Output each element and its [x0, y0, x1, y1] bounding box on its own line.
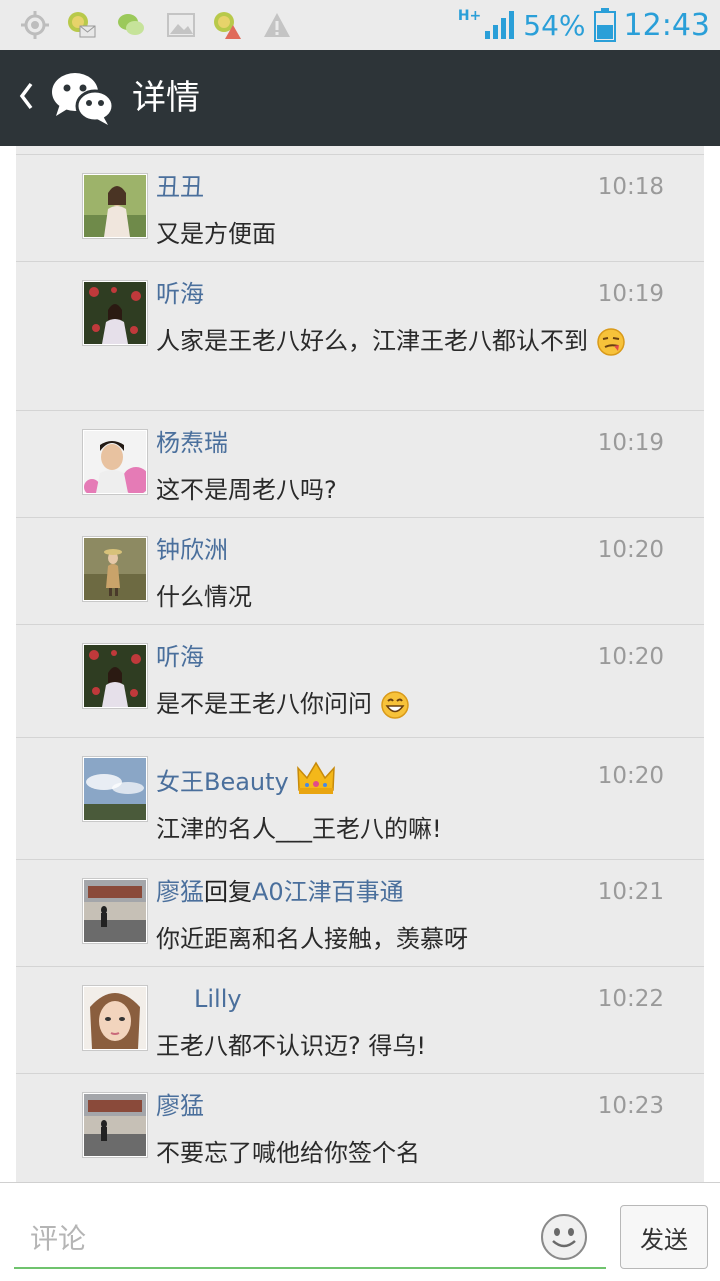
avatar[interactable] [82, 1092, 148, 1158]
avatar[interactable] [82, 878, 148, 944]
avatar[interactable] [82, 429, 148, 495]
avatar[interactable] [82, 756, 148, 822]
comment-time: 10:21 [597, 879, 664, 905]
comment-time: 10:22 [597, 986, 664, 1012]
comment-item[interactable]: 丑丑 10:18 又是方便面 [16, 154, 704, 261]
comment-item[interactable]: 女王Beauty 10:20 江津的名人___王老八的嘛! [16, 737, 704, 859]
signal-strength-icon [485, 11, 515, 39]
avatar[interactable] [82, 280, 148, 346]
comment-author[interactable]: Lilly [194, 983, 242, 1015]
comment-time: 10:20 [597, 644, 664, 670]
comment-text: 江津的名人___王老八的嘛! [156, 815, 442, 843]
comment-author[interactable]: 女王Beauty [156, 760, 336, 798]
crown-emoji-icon [297, 761, 336, 794]
avatar[interactable] [82, 536, 148, 602]
avatar[interactable] [82, 985, 148, 1051]
battery-icon [593, 8, 616, 42]
comment-time: 10:23 [597, 1093, 664, 1119]
comment-input[interactable]: 评论 [14, 1203, 606, 1269]
comment-author[interactable]: 丑丑 [156, 171, 204, 203]
comment-time: 10:19 [597, 281, 664, 307]
comment-text: 王老八都不认识迈? 得乌! [156, 1032, 426, 1060]
battery-percent: 54% [523, 8, 586, 42]
warning-icon [264, 13, 290, 37]
comment-item[interactable]: 听海 10:20 是不是王老八你问问 [16, 624, 704, 737]
comment-author[interactable]: 廖猛回复A0江津百事通 [156, 876, 404, 908]
smiley-face-icon[interactable] [540, 1213, 588, 1261]
comment-author[interactable]: 钟欣洲 [156, 534, 228, 566]
clock: 12:43 [623, 7, 710, 43]
wechat-logo-icon[interactable] [50, 70, 114, 126]
comment-time: 10:20 [597, 763, 664, 789]
title-bar: 详情 [0, 50, 720, 146]
reply-target: A0江津百事通 [252, 878, 404, 906]
send-button[interactable]: 发送 [620, 1205, 708, 1269]
comment-author[interactable]: 杨焘瑞 [156, 427, 228, 459]
avatar[interactable] [82, 173, 148, 239]
status-bar: H+ 54% 12:43 [0, 0, 720, 50]
comment-feed[interactable]: 丑丑 10:18 又是方便面 听海 10:19 人家是王老八好么，江津王老八都认… [0, 146, 720, 1182]
comment-author[interactable]: 听海 [156, 278, 204, 310]
comment-item[interactable]: 廖猛回复A0江津百事通 10:21 你近距离和名人接触，羡慕呀 [16, 859, 704, 966]
comment-item[interactable]: 杨焘瑞 10:19 这不是周老八吗? [16, 410, 704, 517]
comment-text: 你近距离和名人接触，羡慕呀 [156, 925, 468, 953]
comment-author[interactable]: 廖猛 [156, 1090, 204, 1122]
comment-item[interactable]: 钟欣洲 10:20 什么情况 [16, 517, 704, 624]
comment-text: 这不是周老八吗? [156, 476, 337, 504]
wechat-notification-icon [118, 14, 144, 35]
app-mail-notification-icon [68, 12, 96, 38]
comment-time: 10:19 [597, 430, 664, 456]
comment-author[interactable]: 听海 [156, 641, 204, 673]
comment-text: 不要忘了喊他给你签个名 [156, 1139, 420, 1167]
comment-text: 人家是王老八好么，江津王老八都认不到 [156, 320, 636, 362]
comment-item[interactable]: 廖猛 10:23 不要忘了喊他给你签个名 [16, 1073, 704, 1180]
comment-time: 10:20 [597, 537, 664, 563]
comment-input-bar: 评论 发送 [0, 1182, 720, 1281]
back-button[interactable] [18, 76, 34, 125]
avatar[interactable] [82, 643, 148, 709]
comment-text: 什么情况 [156, 583, 252, 611]
page-title: 详情 [132, 78, 200, 118]
app-warning-notification-icon [214, 12, 241, 39]
comment-input-placeholder: 评论 [30, 1222, 87, 1255]
image-notification-icon [167, 13, 195, 37]
comment-text: 又是方便面 [156, 220, 276, 248]
gps-icon [21, 11, 49, 39]
grin-emoji-icon [380, 691, 409, 719]
comment-item[interactable]: 听海 10:19 人家是王老八好么，江津王老八都认不到 [16, 261, 704, 410]
comment-item[interactable]: Lilly 10:22 王老八都不认识迈? 得乌! [16, 966, 704, 1073]
comment-time: 10:18 [597, 174, 664, 200]
chevron-left-icon [19, 82, 33, 110]
network-type-label: H+ [457, 8, 482, 24]
smirk-emoji-icon [596, 328, 625, 356]
comment-text: 是不是王老八你问问 [156, 683, 636, 725]
